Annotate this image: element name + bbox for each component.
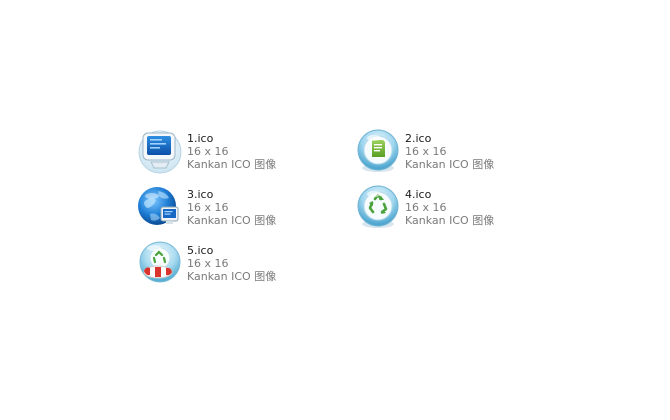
recycle-bubble-icon xyxy=(354,182,402,230)
file-item-4[interactable]: 4.ico 16 x 16 Kankan ICO 图像 xyxy=(354,182,544,236)
recycle-lifebuoy-icon xyxy=(136,238,184,286)
file-name: 3.ico xyxy=(187,188,214,201)
globe-monitor-icon xyxy=(136,182,184,230)
file-item-2[interactable]: 2.ico 16 x 16 Kankan ICO 图像 xyxy=(354,126,544,180)
file-name: 1.ico xyxy=(187,132,214,145)
file-dimensions: 16 x 16 xyxy=(187,201,229,214)
file-dimensions: 16 x 16 xyxy=(187,145,229,158)
file-name: 2.ico xyxy=(405,132,432,145)
document-bubble-icon xyxy=(354,126,402,174)
file-type: Kankan ICO 图像 xyxy=(405,158,495,171)
file-type: Kankan ICO 图像 xyxy=(187,214,277,227)
file-type: Kankan ICO 图像 xyxy=(405,214,495,227)
monitor-icon xyxy=(136,126,184,174)
file-dimensions: 16 x 16 xyxy=(405,201,447,214)
file-item-3[interactable]: 3.ico 16 x 16 Kankan ICO 图像 xyxy=(136,182,326,236)
file-type: Kankan ICO 图像 xyxy=(187,270,277,283)
file-name: 5.ico xyxy=(187,244,214,257)
file-dimensions: 16 x 16 xyxy=(187,257,229,270)
file-name: 4.ico xyxy=(405,188,432,201)
file-item-5[interactable]: 5.ico 16 x 16 Kankan ICO 图像 xyxy=(136,238,326,292)
file-dimensions: 16 x 16 xyxy=(405,145,447,158)
file-item-1[interactable]: 1.ico 16 x 16 Kankan ICO 图像 xyxy=(136,126,326,180)
file-type: Kankan ICO 图像 xyxy=(187,158,277,171)
